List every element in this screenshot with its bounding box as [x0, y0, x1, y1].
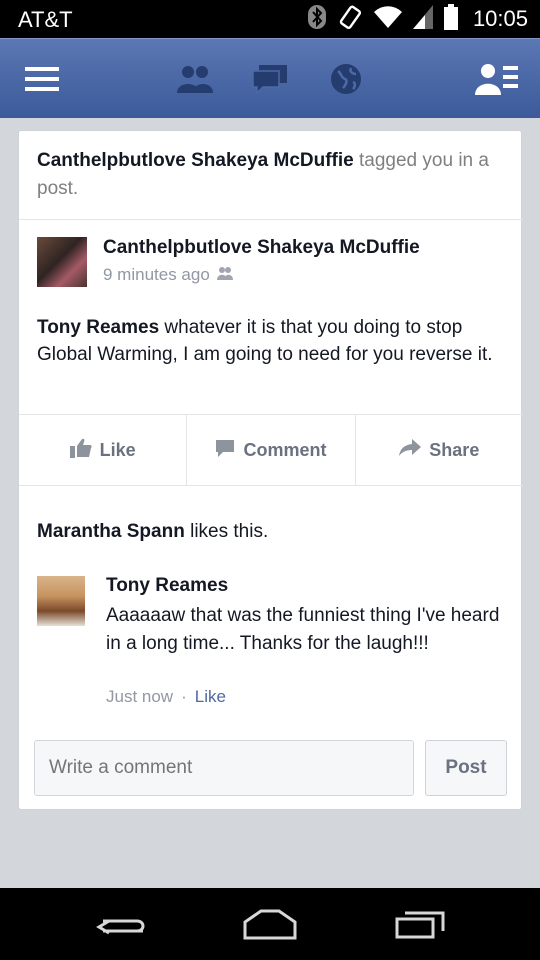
like-label: Like: [99, 439, 136, 460]
notifications-globe-icon[interactable]: [326, 59, 366, 99]
comment-text: Aaaaaaw that was the funniest thing I've…: [106, 605, 500, 654]
menu-icon[interactable]: [24, 59, 60, 99]
app-navbar: [0, 38, 540, 118]
liker-name[interactable]: Marantha Spann: [37, 521, 185, 542]
notice-author[interactable]: Canthelpbutlove Shakeya McDuffie: [37, 150, 354, 171]
post-author-avatar[interactable]: [37, 237, 87, 287]
commenter-avatar[interactable]: [37, 576, 85, 626]
tag-notice: Canthelpbutlove Shakeya McDuffie tagged …: [37, 147, 507, 203]
recent-apps-icon[interactable]: [392, 906, 448, 942]
status-icons: 10:05: [307, 3, 528, 35]
comment-button[interactable]: Comment: [187, 415, 356, 485]
post-timestamp: 9 minutes ago: [103, 265, 234, 285]
notification-post-card: Canthelpbutlove Shakeya McDuffie tagged …: [18, 130, 523, 810]
carrier-label: AT&T: [18, 7, 73, 32]
comment-input[interactable]: [34, 740, 414, 796]
post-actions: Like Comment Share: [19, 414, 523, 486]
divider: [19, 219, 523, 220]
comment-label: Comment: [243, 439, 327, 460]
share-label: Share: [429, 439, 480, 460]
likes-summary: Marantha Spann likes this.: [37, 521, 268, 543]
back-icon[interactable]: [92, 906, 148, 942]
friends-icon: [216, 265, 234, 285]
post-comment-button[interactable]: Post: [425, 740, 507, 796]
thumbs-up-icon: [69, 438, 92, 463]
commenter-name[interactable]: Tony Reames: [106, 575, 228, 597]
friends-list-icon[interactable]: [474, 59, 520, 99]
system-nav-bar: [0, 888, 540, 960]
clock: 10:05: [472, 6, 528, 31]
wifi-icon: [373, 5, 403, 34]
signal-icon: [412, 4, 433, 34]
post-time-text[interactable]: 9 minutes ago: [103, 265, 210, 285]
comment-bubble-icon: [215, 438, 235, 463]
likes-text: likes this.: [184, 521, 269, 542]
share-button[interactable]: Share: [356, 415, 523, 485]
comment-meta: Just now · Like: [106, 687, 226, 707]
like-button[interactable]: Like: [19, 415, 188, 485]
comment-time: Just now: [106, 687, 174, 706]
post-body: Tony Reames whatever it is that you doin…: [37, 314, 507, 368]
friend-requests-icon[interactable]: [174, 59, 216, 99]
meta-separator: ·: [181, 687, 187, 706]
tagged-name[interactable]: Tony Reames: [37, 317, 159, 338]
bluetooth-icon: [307, 4, 327, 35]
post-author-name[interactable]: Canthelpbutlove Shakeya McDuffie: [103, 237, 420, 259]
messages-icon[interactable]: [250, 59, 290, 99]
home-icon[interactable]: [240, 906, 300, 942]
status-bar: AT&T 10:05: [0, 0, 540, 38]
vibrate-icon: [337, 4, 363, 35]
comment-like-link[interactable]: Like: [195, 687, 226, 707]
share-arrow-icon: [399, 438, 422, 462]
battery-icon: [443, 3, 459, 35]
